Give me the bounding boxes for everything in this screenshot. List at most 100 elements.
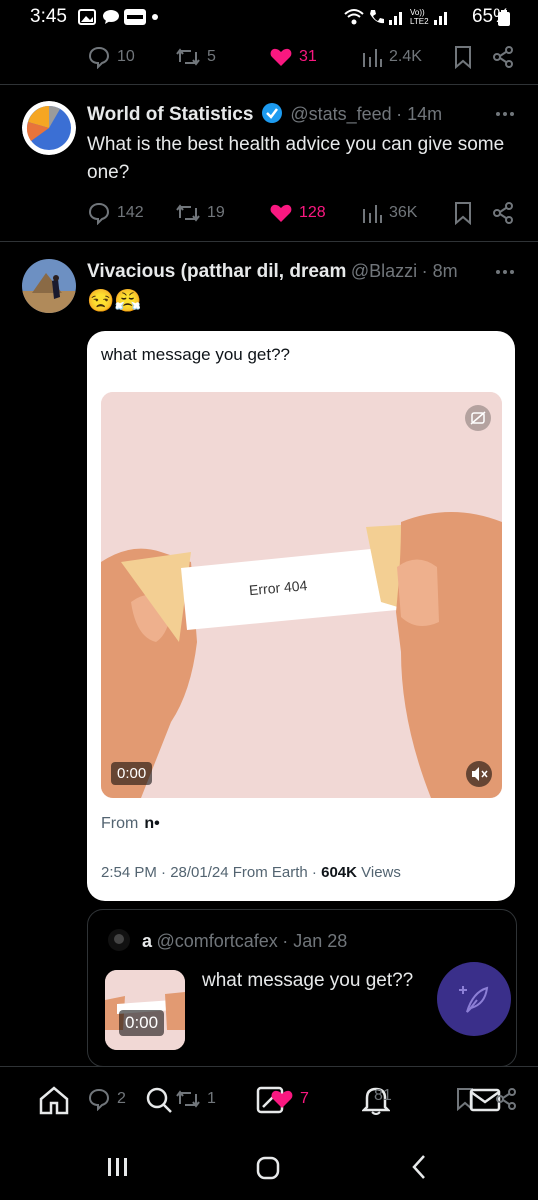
like-button[interactable]: 31 (269, 45, 317, 69)
gallery-icon (78, 9, 96, 25)
tweet-time: · 8m (421, 261, 458, 281)
quote-time: · Jan 28 (282, 931, 348, 951)
sensitive-media-icon[interactable] (464, 404, 492, 432)
reply-count: 142 (117, 204, 144, 221)
like-count: 128 (299, 204, 326, 221)
heart-filled-icon (269, 201, 293, 225)
retweet-button[interactable]: 19 (175, 201, 225, 225)
share-button[interactable] (491, 201, 515, 225)
like-count: 31 (299, 48, 317, 65)
author-name[interactable]: Vivacious (patthar dil, dream (87, 261, 346, 282)
share-button[interactable] (491, 45, 515, 69)
quote-thumbnail[interactable]: 0:00 (105, 970, 185, 1050)
reply-button[interactable]: 10 (87, 45, 135, 69)
author-name[interactable]: World of Statistics (87, 104, 253, 125)
bookmark-button[interactable] (453, 201, 473, 225)
bookmark-icon (453, 45, 473, 69)
divider (0, 241, 538, 242)
bookmark-icon (453, 201, 473, 225)
tweet1-text: What is the best health advice you can g… (87, 134, 505, 183)
quote-author-name: a (142, 931, 153, 951)
embedded-post-card[interactable]: what message you get?? Error 404 0:00 Fr… (87, 331, 515, 901)
views-button[interactable]: 2.4K (361, 45, 422, 69)
like-count: 7 (300, 1090, 309, 1107)
views-count: 81 (374, 1087, 392, 1104)
signal-icon-1 (388, 9, 406, 25)
reply-icon (87, 45, 111, 69)
mute-icon[interactable] (465, 760, 493, 788)
prev-tweet-actions: 10 5 31 2.4K (87, 43, 517, 71)
views-bar-icon (361, 45, 383, 69)
reply-count: 10 (117, 48, 135, 65)
retweet-count: 5 (207, 48, 216, 65)
reply-button[interactable]: 142 (87, 201, 144, 225)
back-icon[interactable] (410, 1154, 428, 1180)
status-bar: 3:45 Vo)) LTE2 65% (0, 0, 538, 34)
tweet1-actions: 142 19 128 36K (87, 199, 517, 227)
quote-author-handle: @comfortcafex (156, 931, 278, 951)
card-from: From n• (101, 815, 160, 833)
quote-text: what message you get?? (202, 970, 414, 991)
recent-apps-icon[interactable] (106, 1156, 130, 1178)
tweet-time: · 14m (396, 104, 443, 124)
chat-icon (102, 9, 120, 25)
avatar-vivacious[interactable] (22, 259, 76, 313)
views-count: 2.4K (389, 48, 422, 65)
more-options-icon[interactable] (494, 262, 516, 282)
tweet2-header: Vivacious (patthar dil, dream @Blazzi · … (87, 261, 487, 283)
compose-button[interactable] (437, 962, 511, 1036)
feather-plus-icon (457, 982, 491, 1016)
heart-filled-icon (269, 45, 293, 69)
views-bar-icon (361, 201, 383, 225)
notification-dot-icon (152, 14, 158, 20)
views-button[interactable]: 81 (374, 1087, 392, 1105)
share-icon (491, 201, 515, 225)
card-timestamp: 2:54 PM · 28/01/24 From Earth · (101, 864, 317, 881)
paytm-icon (124, 9, 146, 25)
home-button-icon[interactable] (256, 1156, 280, 1180)
card-meta: 2:54 PM · 28/01/24 From Earth · 604K Vie… (101, 864, 401, 881)
quote-video-time: 0:00 (119, 1010, 165, 1036)
card-views-count: 604K (321, 864, 357, 881)
status-time: 3:45 (30, 6, 67, 27)
retweet-icon (175, 1087, 201, 1111)
like-button[interactable]: 128 (269, 201, 326, 225)
heart-filled-icon (270, 1087, 294, 1111)
views-button[interactable]: 36K (361, 201, 417, 225)
retweet-icon (175, 201, 201, 225)
card-video[interactable]: Error 404 0:00 (101, 392, 502, 798)
wifi-icon (343, 8, 365, 26)
tweet1-header: World of Statistics @stats_feed · 14m (87, 103, 507, 126)
bookmark-button[interactable] (453, 45, 473, 69)
author-handle[interactable]: @Blazzi (351, 261, 417, 281)
svg-text:Vo)): Vo)) (410, 8, 425, 17)
author-handle[interactable]: @stats_feed (290, 104, 391, 124)
like-button[interactable]: 7 (270, 1087, 309, 1111)
reply-button[interactable]: 2 (87, 1087, 126, 1111)
verified-badge-icon (261, 103, 282, 123)
from-value[interactable]: n• (144, 815, 159, 832)
quote-header: a @comfortcafex · Jan 28 (142, 931, 347, 952)
home-tab-icon[interactable] (38, 1085, 70, 1115)
call-icon (368, 8, 384, 26)
from-label: From (101, 815, 139, 832)
reply-icon (87, 201, 111, 225)
card-views-label: Views (361, 864, 401, 881)
avatar-world-of-statistics[interactable] (22, 101, 76, 155)
views-count: 36K (389, 204, 418, 221)
retweet-count: 19 (207, 204, 225, 221)
share-icon (491, 45, 515, 69)
card-message: what message you get?? (101, 345, 291, 364)
share-icon[interactable] (494, 1087, 518, 1111)
bottom-tab-bar: 2 1 7 81 (0, 1066, 538, 1131)
more-options-icon[interactable] (494, 104, 516, 124)
reply-icon (87, 1087, 111, 1111)
quote-avatar (108, 929, 130, 951)
retweet-button[interactable]: 5 (175, 45, 216, 69)
battery-icon (498, 10, 510, 26)
search-tab-icon[interactable] (145, 1086, 173, 1114)
video-time: 0:00 (111, 762, 153, 785)
system-nav-bar (0, 1132, 538, 1200)
tweet2-emoji: 😒😤 (87, 288, 142, 313)
retweet-button[interactable]: 1 (175, 1087, 216, 1111)
